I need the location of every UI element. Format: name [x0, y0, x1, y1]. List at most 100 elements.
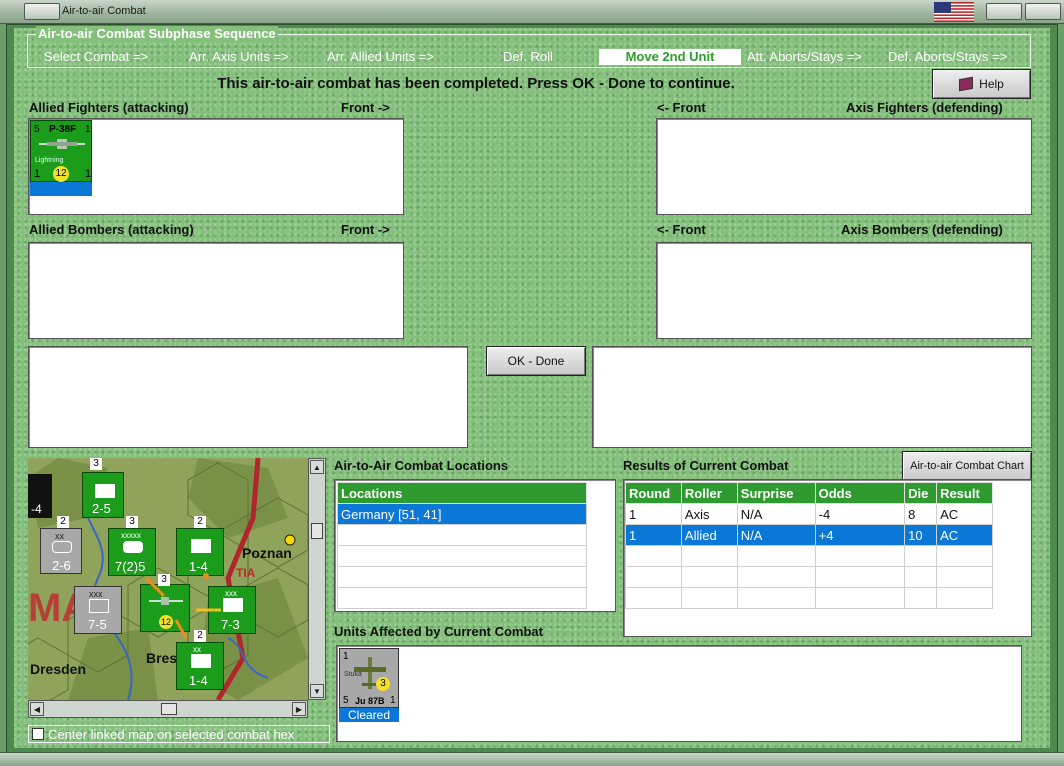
- map-piece-count: 2: [194, 516, 206, 528]
- map-counter-1-4-south[interactable]: xx 1-4: [176, 642, 224, 690]
- infantry-icon: [95, 484, 115, 498]
- cell-result: AC: [936, 524, 993, 546]
- locations-header: Locations: [337, 482, 587, 504]
- scroll-left-arrow[interactable]: ◀: [30, 702, 44, 716]
- axis-bombers-front: <- Front: [657, 222, 706, 237]
- scroll-thumb-horizontal[interactable]: [161, 703, 177, 715]
- location-cell: Germany [51, 41]: [337, 503, 587, 525]
- counter-top-left: 1: [343, 651, 349, 662]
- unit-size: xxx: [225, 589, 237, 598]
- cell-result: AC: [936, 503, 993, 525]
- location-row-empty: [337, 587, 587, 609]
- allied-fighters-box[interactable]: 5 P-38F 1 Lightning 1 12 1: [28, 118, 404, 215]
- counter-top-left: 5: [34, 124, 40, 135]
- unit-status-cleared: Cleared: [339, 708, 399, 722]
- center-map-checkbox[interactable]: [32, 728, 44, 740]
- map-counter-value: 7-5: [88, 617, 107, 632]
- cell-round: 1: [625, 524, 682, 546]
- map-vertical-scrollbar[interactable]: ▲ ▼: [308, 458, 326, 700]
- map-counter-7-5[interactable]: xxx 7-5: [74, 586, 122, 634]
- linked-map[interactable]: MA TIA Poznan Dresden Bres -4 2-5 3 xx 2-…: [28, 458, 308, 700]
- phase-def-aborts: Def. Aborts/Stays =>: [888, 49, 1008, 64]
- aircraft-silhouette-icon: [39, 139, 85, 149]
- cell-odds: -4: [814, 503, 906, 525]
- axis-bombers-box[interactable]: [656, 242, 1032, 339]
- map-horizontal-scrollbar[interactable]: ◀ ▶: [28, 700, 308, 718]
- map-counter-value: 2-5: [92, 501, 111, 516]
- subphase-sequence: Air-to-air Combat Subphase Sequence Sele…: [27, 26, 1031, 68]
- ju87b-counter[interactable]: 1 Stuka 3 5 Ju 87B 1: [339, 648, 399, 708]
- cell-round: 1: [625, 503, 682, 525]
- counter-bottom-right: 1: [390, 695, 396, 706]
- armor-icon: [52, 541, 72, 553]
- help-button[interactable]: Help: [932, 69, 1031, 99]
- infantry-icon: [191, 654, 211, 668]
- air-combat-chart-button[interactable]: Air-to-air Combat Chart: [902, 451, 1032, 481]
- counter-top-right: 1: [85, 124, 91, 135]
- axis-notes-box: [592, 346, 1032, 448]
- cell-die: 8: [904, 503, 938, 525]
- phase-arr-axis: Arr. Axis Units =>: [189, 49, 289, 64]
- scroll-right-arrow[interactable]: ▶: [292, 702, 306, 716]
- results-grid[interactable]: Round Roller Surprise Odds Die Result 1 …: [623, 479, 1032, 637]
- map-counter-1-4[interactable]: 1-4: [176, 528, 224, 576]
- phase-att-aborts: Att. Aborts/Stays =>: [747, 49, 862, 64]
- allied-bombers-box[interactable]: [28, 242, 404, 339]
- map-counter-value: 2-6: [52, 558, 71, 573]
- scroll-thumb-vertical[interactable]: [311, 523, 323, 539]
- counter-name: Lightning: [35, 157, 64, 164]
- phase-move-2nd-unit: Move 2nd Unit: [599, 49, 741, 65]
- axis-bombers-label: Axis Bombers (defending): [841, 222, 1003, 237]
- axis-fighters-front: <- Front: [657, 100, 706, 115]
- affected-units-box[interactable]: 1 Stuka 3 5 Ju 87B 1 Cleared: [336, 645, 1022, 742]
- cell-surprise: N/A: [736, 503, 816, 525]
- unit-size: xxx: [89, 589, 103, 599]
- city-dresden: Dresden: [30, 661, 87, 677]
- map-counter-2-5[interactable]: 2-5: [82, 472, 124, 518]
- map-piece-count: 3: [126, 516, 138, 528]
- help-book-icon: [959, 76, 974, 92]
- result-row-empty: [625, 587, 993, 609]
- axis-fighters-box[interactable]: [656, 118, 1032, 215]
- phase-def-roll: Def. Roll: [503, 49, 553, 64]
- map-counter-2-6[interactable]: xx 2-6: [40, 528, 82, 574]
- unit-size: xxxxx: [121, 531, 141, 540]
- map-counter-black[interactable]: -4: [28, 474, 52, 518]
- col-round: Round: [625, 482, 682, 504]
- locations-list[interactable]: Locations Germany [51, 41]: [334, 479, 616, 612]
- map-region-text: TIA: [236, 566, 256, 580]
- counter-range: 3: [376, 677, 390, 691]
- infantry-icon: [223, 598, 243, 612]
- armor-icon: [123, 541, 143, 553]
- city-bres: Bres: [146, 650, 178, 666]
- location-row[interactable]: Germany [51, 41]: [337, 503, 587, 525]
- scroll-up-arrow[interactable]: ▲: [310, 460, 324, 474]
- results-table: Round Roller Surprise Odds Die Result 1 …: [625, 482, 993, 609]
- result-row[interactable]: 1 Allied N/A +4 10 AC: [625, 524, 993, 546]
- result-row[interactable]: 1 Axis N/A -4 8 AC: [625, 503, 993, 525]
- cell-surprise: N/A: [736, 524, 816, 546]
- allied-fighters-label: Allied Fighters (attacking): [29, 100, 189, 115]
- allied-bombers-front: Front ->: [341, 222, 390, 237]
- location-row-empty: [337, 524, 587, 546]
- unit-size: xx: [193, 645, 201, 654]
- close-button[interactable]: [1025, 3, 1061, 20]
- ok-done-button[interactable]: OK - Done: [486, 346, 586, 376]
- affected-title: Units Affected by Current Combat: [334, 624, 543, 639]
- col-roller: Roller: [680, 482, 738, 504]
- scroll-down-arrow[interactable]: ▼: [310, 684, 324, 698]
- center-map-option[interactable]: Center linked map on selected combat hex: [28, 725, 330, 743]
- locations-title: Air-to-Air Combat Locations: [334, 458, 509, 473]
- city-poznan: Poznan: [242, 545, 292, 561]
- col-result: Result: [936, 482, 993, 504]
- p38f-counter[interactable]: 5 P-38F 1 Lightning 1 12 1: [30, 120, 92, 182]
- help-label: Help: [979, 77, 1004, 91]
- restore-button[interactable]: [986, 3, 1022, 20]
- system-menu-button[interactable]: [24, 3, 60, 20]
- counter-selection-bar: [30, 182, 92, 196]
- cell-die: 10: [904, 524, 938, 546]
- status-message: This air-to-air combat has been complete…: [217, 75, 735, 92]
- map-counter-7-2-5[interactable]: xxxxx 7(2)5: [108, 528, 156, 576]
- cell-roller: Axis: [680, 503, 738, 525]
- subphase-legend: Air-to-air Combat Subphase Sequence: [36, 26, 278, 41]
